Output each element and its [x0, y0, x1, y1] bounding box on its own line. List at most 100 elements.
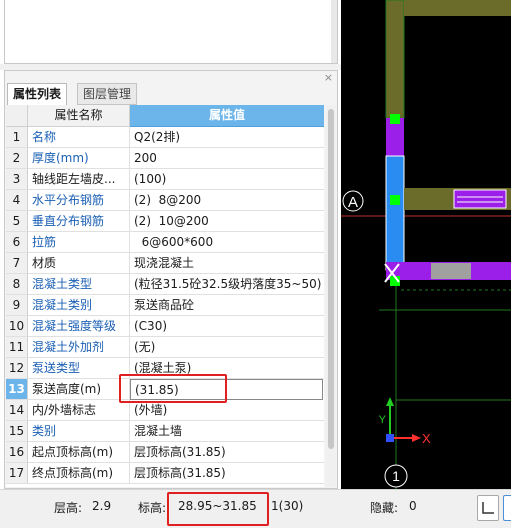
property-name: 内/外墙标志 [28, 400, 130, 421]
row-number: 2 [6, 148, 28, 169]
left-panel: × 属性列表 图层管理 属性名称 属性值 1 名称 Q2(2排) 2 厚度(mm) 200… [0, 0, 341, 489]
wall-olive-top-right [404, 0, 511, 16]
property-row[interactable]: 3 轴线距左墙皮... (100) [6, 169, 324, 190]
property-value[interactable]: 层顶标高(31.85) [130, 442, 324, 463]
grid-header: 属性名称 属性值 [6, 105, 324, 127]
header-corner [6, 105, 28, 127]
property-value[interactable]: 混凝土墙 [130, 421, 324, 442]
property-row[interactable]: 1 名称 Q2(2排) [6, 127, 324, 148]
property-value[interactable]: 200 [130, 148, 324, 169]
row-number: 8 [6, 274, 28, 295]
row-number: 6 [6, 232, 28, 253]
property-value[interactable]: (无) [130, 337, 324, 358]
top-panel-scrollbar[interactable] [331, 0, 337, 63]
row-number: 12 [6, 358, 28, 379]
property-value[interactable]: (100) [130, 169, 324, 190]
elevation-label: 标高: [138, 501, 167, 515]
property-name: 轴线距左墙皮... [28, 169, 130, 190]
axis-a-label: A [348, 194, 358, 211]
hidden-value: 0 [409, 499, 417, 513]
property-name: 混凝土类别 [28, 295, 130, 316]
origin-marker [386, 434, 394, 442]
row-number: 15 [6, 421, 28, 442]
property-value[interactable]: 层顶标高(31.85) [130, 463, 324, 484]
x-axis-arrowhead [412, 434, 421, 442]
row-number: 16 [6, 442, 28, 463]
header-property-value: 属性值 [130, 105, 324, 127]
row-number: 5 [6, 211, 28, 232]
row-number: 17 [6, 463, 28, 484]
property-value[interactable]: Q2(2排) [130, 127, 324, 148]
row-number: 13 [6, 379, 28, 400]
property-value[interactable]: 泵送商品砼 [130, 295, 324, 316]
property-name: 混凝土强度等级 [28, 316, 130, 337]
property-value[interactable]: (C30) [130, 316, 324, 337]
property-row[interactable]: 7 材质 现浇混凝土 [6, 253, 324, 274]
property-row[interactable]: 4 水平分布钢筋 (2) 8@200 [6, 190, 324, 211]
property-row[interactable]: 15 类别 混凝土墙 [6, 421, 324, 442]
property-name: 泵送类型 [28, 358, 130, 379]
property-name: 垂直分布钢筋 [28, 211, 130, 232]
wall-node[interactable] [390, 114, 400, 124]
property-name: 类别 [28, 421, 130, 442]
snap-toggle-button[interactable] [503, 495, 511, 521]
property-panel: × 属性列表 图层管理 属性名称 属性值 1 名称 Q2(2排) 2 厚度(mm) 200… [4, 70, 338, 489]
property-value[interactable]: (2) 8@200 [130, 190, 324, 211]
property-value[interactable]: 6@600*600 [130, 232, 324, 253]
wall-gray-segment [431, 263, 471, 279]
scrollbar-thumb[interactable] [328, 109, 334, 449]
status-extra-value: 1(30) [271, 499, 304, 513]
row-number: 7 [6, 253, 28, 274]
property-row[interactable]: 14 内/外墙标志 (外墙) [6, 400, 324, 421]
wall-olive-top [386, 0, 404, 118]
property-row[interactable]: 9 混凝土类别 泵送商品砼 [6, 295, 324, 316]
property-value[interactable]: (2) 10@200 [130, 211, 324, 232]
property-name: 名称 [28, 127, 130, 148]
property-grid: 属性名称 属性值 1 名称 Q2(2排) 2 厚度(mm) 200 3 轴线距左墙皮... (1… [6, 105, 324, 487]
property-name: 材质 [28, 253, 130, 274]
row-number: 9 [6, 295, 28, 316]
wall-blue-selected [386, 156, 404, 270]
property-value[interactable]: (外墙) [130, 400, 324, 421]
property-value[interactable]: 现浇混凝土 [130, 253, 324, 274]
tab-property-list[interactable]: 属性列表 [7, 83, 68, 105]
wall-purple-mid [453, 189, 507, 209]
row-number: 14 [6, 400, 28, 421]
property-name: 起点顶标高(m) [28, 442, 130, 463]
property-value[interactable]: (粒径31.5砼32.5级坍落度35~50) [130, 274, 324, 295]
property-name: 终点顶标高(m) [28, 463, 130, 484]
property-name: 混凝土类型 [28, 274, 130, 295]
property-name: 泵送高度(m) [28, 379, 130, 400]
property-row[interactable]: 11 混凝土外加剂 (无) [6, 337, 324, 358]
panel-tabs: 属性列表 图层管理 [5, 83, 335, 105]
ortho-icon [482, 502, 494, 514]
grid-scrollbar[interactable] [326, 105, 336, 487]
property-name: 水平分布钢筋 [28, 190, 130, 211]
property-name: 混凝土外加剂 [28, 337, 130, 358]
property-name: 拉筋 [28, 232, 130, 253]
x-axis-label: X [422, 431, 431, 446]
drawing-canvas[interactable]: A 1 Y X [341, 0, 511, 489]
property-row[interactable]: 6 拉筋 6@600*600 [6, 232, 324, 253]
row-number: 3 [6, 169, 28, 190]
property-row[interactable]: 5 垂直分布钢筋 (2) 10@200 [6, 211, 324, 232]
property-row[interactable]: 16 起点顶标高(m) 层顶标高(31.85) [6, 442, 324, 463]
property-row[interactable]: 10 混凝土强度等级 (C30) [6, 316, 324, 337]
row-number: 4 [6, 190, 28, 211]
highlight-pump-height [119, 374, 227, 403]
row-number: 11 [6, 337, 28, 358]
highlight-elevation [167, 492, 269, 526]
y-axis-arrowhead [386, 397, 394, 406]
header-property-name: 属性名称 [28, 105, 130, 127]
row-number: 1 [6, 127, 28, 148]
axis-1-label: 1 [392, 468, 400, 484]
row-number: 10 [6, 316, 28, 337]
ortho-toggle-button[interactable] [477, 495, 499, 521]
property-row[interactable]: 2 厚度(mm) 200 [6, 148, 324, 169]
property-row[interactable]: 17 终点顶标高(m) 层顶标高(31.85) [6, 463, 324, 484]
wall-node[interactable] [390, 195, 400, 205]
tab-layer-management[interactable]: 图层管理 [77, 83, 138, 105]
property-row[interactable]: 8 混凝土类型 (粒径31.5砼32.5级坍落度35~50) [6, 274, 324, 295]
hidden-label: 隐藏: [370, 501, 399, 515]
floor-height-label: 层高: [54, 501, 83, 515]
